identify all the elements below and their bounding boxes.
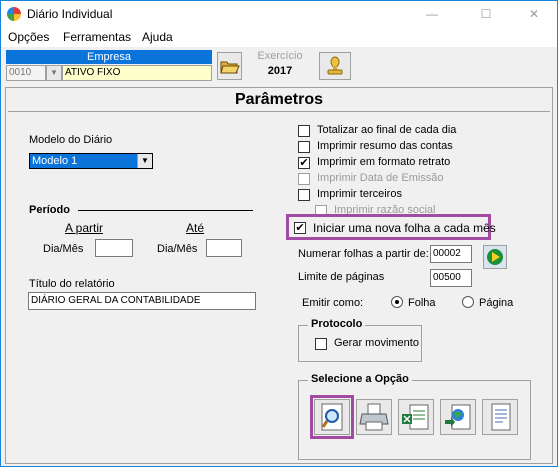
- dia-mes-label-from: Dia/Mês: [43, 243, 84, 255]
- cb-data-emissao-label: Imprimir Data de Emissão: [317, 172, 444, 184]
- cb-resumo-label: Imprimir resumo das contas: [317, 140, 453, 152]
- cb-gerar-movimento-label: Gerar movimento: [334, 337, 419, 349]
- close-button[interactable]: ✕: [511, 1, 557, 27]
- cb-terceiros-label: Imprimir terceiros: [317, 188, 402, 200]
- ate-label: Até: [186, 221, 205, 235]
- web-export-icon: [445, 404, 471, 430]
- a-partir-label: A partir: [65, 221, 104, 235]
- exit-button[interactable]: [319, 52, 351, 80]
- periodo-divider: [78, 210, 253, 211]
- export-text-button[interactable]: [482, 399, 518, 435]
- stamp-icon: [327, 56, 343, 75]
- exercicio-label: Exercício: [257, 50, 303, 62]
- numerar-play-button[interactable]: [483, 245, 507, 269]
- periodo-to-input[interactable]: [206, 239, 242, 257]
- limite-label: Limite de páginas: [298, 271, 385, 283]
- export-excel-button[interactable]: [398, 399, 434, 435]
- cb-nova-folha-label: Iniciar uma nova folha a cada mês: [313, 221, 496, 235]
- empresa-header: Empresa: [6, 50, 212, 64]
- app-icon: [7, 7, 21, 21]
- radio-pagina-label: Página: [479, 297, 514, 309]
- cb-totalizar-label: Totalizar ao final de cada dia: [317, 124, 457, 136]
- printer-icon: [359, 403, 389, 431]
- menu-opcoes[interactable]: Opções: [8, 30, 49, 44]
- cb-retrato-label: Imprimir em formato retrato: [317, 156, 451, 168]
- menu-ajuda[interactable]: Ajuda: [142, 30, 173, 44]
- radio-pagina[interactable]: [462, 296, 474, 308]
- modelo-value: Modelo 1: [32, 155, 78, 167]
- open-folder-icon: [220, 61, 240, 74]
- menu-ferramentas[interactable]: Ferramentas: [63, 30, 131, 44]
- empresa-code-field[interactable]: 0010: [6, 65, 46, 81]
- title-bar: Diário Individual — ☐ ✕: [1, 1, 557, 27]
- checkbox[interactable]: [298, 189, 310, 201]
- radio-folha[interactable]: [391, 296, 403, 308]
- periodo-label: Período: [29, 204, 70, 216]
- preview-highlight-frame: [310, 395, 354, 439]
- radio-folha-label: Folha: [408, 297, 436, 309]
- panel-title: Parâmetros: [234, 91, 324, 108]
- minimize-button[interactable]: —: [409, 1, 455, 27]
- protocolo-title: Protocolo: [308, 318, 366, 330]
- maximize-button[interactable]: ☐: [463, 1, 509, 27]
- limite-input[interactable]: 00500: [430, 269, 472, 287]
- emitir-label: Emitir como:: [302, 297, 364, 309]
- titulo-label: Título do relatório: [29, 278, 115, 290]
- periodo-from-input[interactable]: [95, 239, 133, 257]
- dia-mes-label-to: Dia/Mês: [157, 243, 198, 255]
- parametros-panel: Parâmetros Modelo do Diário Modelo 1 ▼ P…: [5, 87, 553, 464]
- export-web-button[interactable]: [440, 399, 476, 435]
- checkbox[interactable]: [315, 338, 327, 350]
- checkbox: [298, 173, 310, 185]
- checkbox-checked[interactable]: ✔: [298, 157, 310, 169]
- window: Diário Individual — ☐ ✕ Opções Ferrament…: [0, 0, 558, 467]
- numerar-label: Numerar folhas a partir de:: [298, 248, 429, 260]
- numerar-input[interactable]: 00002: [430, 245, 472, 263]
- exercicio-year: 2017: [267, 65, 293, 77]
- checkbox[interactable]: [298, 125, 310, 137]
- text-export-icon: [491, 403, 511, 431]
- chevron-down-icon[interactable]: ▼: [137, 154, 152, 168]
- play-icon: [487, 249, 503, 265]
- open-folder-button[interactable]: [217, 52, 242, 80]
- print-button[interactable]: [356, 399, 392, 435]
- modelo-label: Modelo do Diário: [29, 134, 113, 146]
- excel-export-icon: [402, 404, 429, 430]
- opcoes-title: Selecione a Opção: [308, 373, 412, 385]
- window-title: Diário Individual: [27, 7, 113, 21]
- menu-bar: Opções Ferramentas Ajuda: [1, 27, 557, 47]
- empresa-name-field[interactable]: ATIVO FIXO: [62, 65, 212, 81]
- empresa-lookup-button[interactable]: ▼: [46, 65, 62, 81]
- title-divider: [8, 111, 550, 112]
- modelo-select[interactable]: Modelo 1 ▼: [29, 153, 153, 169]
- checkbox-checked[interactable]: ✔: [294, 222, 306, 234]
- titulo-input[interactable]: DIÁRIO GERAL DA CONTABILIDADE: [28, 292, 256, 310]
- checkbox[interactable]: [298, 141, 310, 153]
